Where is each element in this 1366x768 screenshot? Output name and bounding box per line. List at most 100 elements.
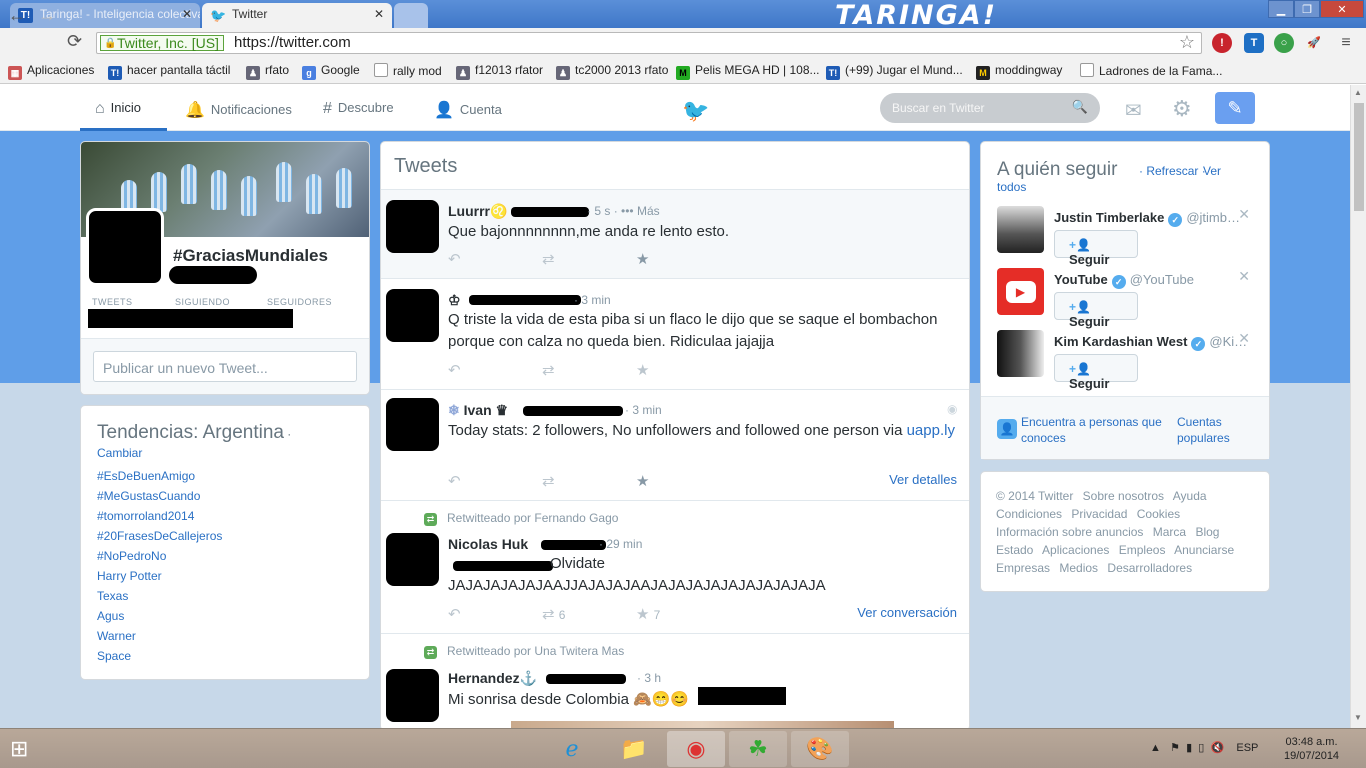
tweet-time[interactable]: · 29 min [599, 537, 642, 551]
bookmark-item[interactable]: Ladrones de la Fama... [1080, 63, 1222, 78]
retweeted-by[interactable]: ⇄ Retwitteado por Una Twitera Mas [424, 644, 624, 659]
suggestion-name[interactable]: Justin Timberlake ✓ @jtimb… [1054, 210, 1240, 227]
footer-link[interactable]: Blog [1195, 525, 1219, 539]
bookmark-item[interactable]: T! hacer pantalla táctil [108, 63, 230, 80]
extension-icon-2[interactable]: T [1244, 33, 1264, 53]
popular-accounts-link[interactable]: Cuentas populares [1177, 414, 1257, 446]
tweet-time[interactable]: · 3 h [637, 671, 661, 685]
reply-icon[interactable]: ↶ [448, 361, 461, 379]
gear-icon[interactable]: ⚙ [1172, 96, 1192, 122]
trend-item[interactable]: Warner [97, 629, 136, 643]
footer-link[interactable]: Cookies [1137, 507, 1180, 521]
tweet-author[interactable]: Nicolas Huk [448, 536, 528, 552]
nav-notifications[interactable]: 🔔 Notificaciones [185, 85, 292, 131]
windows-start-icon[interactable]: ⊞ [10, 736, 38, 762]
flag-icon[interactable]: ⚑ [1170, 742, 1180, 754]
tweet[interactable]: ♔ · 3 min Q triste la vida de esta piba … [381, 278, 969, 389]
volume-icon[interactable]: 🔇 [1210, 742, 1224, 754]
bookmark-item[interactable]: T! (+99) Jugar el Mund... [826, 63, 963, 80]
extension-icon-1[interactable]: ! [1212, 33, 1232, 53]
find-people-link[interactable]: Encuentra a personas que conoces [1021, 414, 1171, 446]
battery-icon[interactable]: ▯ [1198, 742, 1204, 754]
view-all-link[interactable]: todos [997, 180, 1026, 194]
footer-link[interactable]: Empresas [996, 561, 1050, 575]
view-conversation-link[interactable]: Ver conversación [857, 605, 957, 620]
minimize-icon[interactable]: ▁ [1268, 0, 1294, 18]
ev-certificate-badge[interactable]: 🔒 Twitter, Inc. [US] [100, 35, 224, 51]
nav-discover[interactable]: # Descubre [323, 85, 394, 131]
suggestion-name[interactable]: YouTube ✓ @YouTube [1054, 272, 1194, 289]
favorite-icon[interactable]: ★ [636, 361, 649, 379]
tweet-time[interactable]: · 5 s · ••• Más [587, 204, 660, 218]
follow-button[interactable]: +👤Seguir [1054, 354, 1138, 391]
nav-account[interactable]: 👤 Cuenta [434, 85, 502, 131]
footer-link[interactable]: Condiciones [996, 507, 1062, 521]
tweet-author[interactable]: Hernandez⚓ [448, 670, 537, 687]
clock[interactable]: 03:48 a.m. 19/07/2014 [1284, 735, 1339, 763]
bookmark-item[interactable]: ♟ f12013 rfator [456, 63, 543, 80]
scroll-up-icon[interactable]: ▲ [1354, 88, 1362, 97]
file-explorer-icon[interactable]: 📁 [605, 731, 663, 767]
trend-item[interactable]: #EsDeBuenAmigo [97, 469, 195, 483]
clover-icon[interactable]: ☘ [729, 731, 787, 767]
extension-icon-3[interactable]: ○ [1274, 33, 1294, 53]
footer-link[interactable]: Desarrolladores [1107, 561, 1192, 575]
avatar[interactable] [997, 206, 1044, 253]
address-bar[interactable]: 🔒 Twitter, Inc. [US] https://twitter.com… [96, 32, 1202, 54]
trends-change-link[interactable]: Cambiar [97, 446, 142, 460]
reply-icon[interactable]: ↶ [448, 250, 461, 268]
dismiss-icon[interactable]: ✕ [1238, 330, 1250, 347]
bookmark-item[interactable]: ♟ tc2000 2013 rfato [556, 63, 668, 80]
bookmark-item[interactable]: Mmoddingway [976, 63, 1062, 80]
compose-tweet-button[interactable]: ✎ [1215, 92, 1255, 124]
bookmark-item[interactable]: g Google [302, 63, 360, 80]
trend-item[interactable]: #20FrasesDeCallejeros [97, 529, 222, 543]
more-icon[interactable]: ••• [621, 204, 634, 218]
new-tweet-input[interactable]: Publicar un nuevo Tweet... [93, 351, 357, 382]
nav-home[interactable]: ⌂ Inicio [80, 85, 167, 131]
reply-icon[interactable]: ↶ [448, 605, 461, 623]
trend-item[interactable]: #tomorroland2014 [97, 509, 194, 523]
favorite-icon[interactable]: ★ [636, 472, 649, 490]
retweet-icon[interactable]: ⇄ [542, 250, 555, 268]
new-tab-button[interactable] [394, 3, 428, 28]
bookmark-item[interactable]: ♟ rfato [246, 63, 289, 80]
retweeted-by[interactable]: ⇄ Retwitteado por Fernando Gago [424, 511, 618, 526]
tweet-time[interactable]: · 3 min [574, 293, 611, 307]
window-close-icon[interactable]: ✕ [1320, 0, 1364, 18]
footer-link[interactable]: Ayuda [1173, 489, 1207, 503]
trend-item[interactable]: Agus [97, 609, 124, 623]
paint-icon[interactable]: 🎨 [791, 731, 849, 767]
messages-icon[interactable]: ✉ [1125, 98, 1142, 123]
bookmark-apps[interactable]: ▦ Aplicaciones [8, 63, 94, 80]
scrollbar-thumb[interactable] [1354, 103, 1364, 211]
vertical-scrollbar[interactable]: ▲ ▼ [1350, 85, 1366, 728]
reload-icon[interactable]: ⟳ [67, 31, 82, 52]
tweet[interactable]: Luurrr♌ · 5 s · ••• Más Que bajonnnnnnnn… [381, 189, 969, 278]
retweet-icon[interactable]: ⇄ 6 [542, 605, 565, 623]
tweet-author[interactable]: Luurrr♌ [448, 203, 507, 220]
footer-link[interactable]: Anunciarse [1174, 543, 1234, 557]
language-indicator[interactable]: ESP [1236, 742, 1258, 754]
dismiss-icon[interactable]: ✕ [1238, 268, 1250, 285]
avatar[interactable]: ▶ [997, 268, 1044, 315]
internet-explorer-icon[interactable]: ℯ [543, 731, 601, 767]
maximize-icon[interactable]: ❐ [1294, 0, 1320, 18]
bookmark-item[interactable]: M Pelis MEGA HD | 108... [676, 63, 820, 80]
profile-name[interactable]: #GraciasMundiales [173, 246, 328, 266]
footer-link[interactable]: Estado [996, 543, 1033, 557]
dismiss-icon[interactable]: ✕ [1238, 206, 1250, 223]
footer-link[interactable]: Aplicaciones [1042, 543, 1109, 557]
tweet-time[interactable]: · 3 min [625, 403, 662, 417]
suggestion-name[interactable]: Kim Kardashian West ✓ @Ki… [1054, 334, 1247, 351]
tweet-avatar[interactable] [386, 200, 439, 253]
trend-item[interactable]: #NoPedroNo [97, 549, 166, 563]
refresh-link[interactable]: · Refrescar · [1139, 164, 1206, 178]
menu-icon[interactable]: ≡ [1336, 33, 1356, 53]
favorite-icon[interactable]: ★ 7 [636, 605, 660, 623]
footer-link[interactable]: Privacidad [1071, 507, 1127, 521]
tray-arrow-icon[interactable]: ▲ [1150, 742, 1161, 754]
follow-button[interactable]: +👤Seguir [1054, 230, 1138, 267]
rocket-icon[interactable]: 🚀 [1304, 33, 1324, 53]
url-text[interactable]: https://twitter.com [234, 34, 351, 51]
